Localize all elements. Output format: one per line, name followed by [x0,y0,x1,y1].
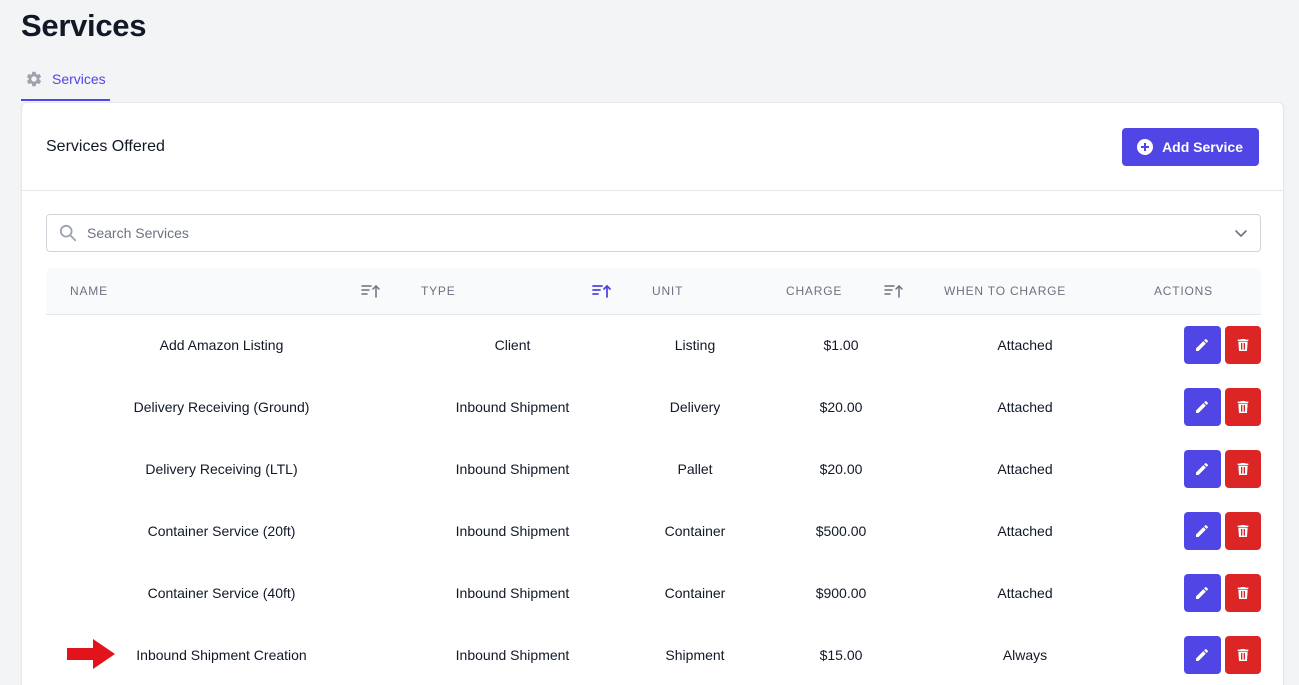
sort-icon[interactable] [592,283,612,299]
delete-button[interactable] [1224,388,1261,426]
add-service-button[interactable]: Add Service [1122,127,1259,166]
cell-unit: Container [664,523,726,539]
trash-icon [1237,401,1249,413]
trash-icon [1237,525,1249,537]
cell-unit: Listing [674,337,716,354]
card-title: Services Offered [46,137,165,155]
pencil-icon [1196,648,1209,661]
column-header-actions: Actions [1154,283,1213,298]
edit-button[interactable] [1184,388,1221,426]
cell-actions [1130,624,1261,685]
cell-type: Inbound Shipment [455,523,570,539]
cell-type: Inbound Shipment [455,461,570,477]
cell-charge: $15.00 [819,647,863,663]
pencil-icon [1196,524,1209,537]
cell-unit: Container [664,585,726,601]
pencil-icon [1196,400,1209,413]
cell-type: Inbound Shipment [455,647,570,663]
table-header-row: Name Type [46,268,1261,314]
cell-when-to-charge: Attached [997,337,1053,354]
pencil-icon [1196,586,1209,599]
trash-icon [1237,339,1249,352]
pencil-icon [1196,462,1209,475]
delete-button[interactable] [1224,326,1261,365]
cell-charge: $1.00 [823,337,859,354]
edit-button[interactable] [1184,450,1221,488]
add-service-label: Add Service [1162,138,1243,155]
sort-icon[interactable] [884,283,904,299]
table-row: Delivery Receiving (LTL) Inbound Shipmen… [46,438,1261,500]
cell-actions [1130,376,1261,438]
table-row: Delivery Receiving (Ground) Inbound Ship… [46,376,1261,438]
cell-type: Inbound Shipment [455,585,570,601]
cell-name: Delivery Receiving (LTL) [145,461,298,477]
cell-charge: $500.00 [815,523,867,539]
chevron-down-icon[interactable] [1234,226,1248,240]
page-title: Services [21,8,147,43]
cell-unit: Delivery [669,399,721,415]
edit-button[interactable] [1184,636,1221,674]
sort-icon[interactable] [361,283,381,299]
cell-type: Inbound Shipment [455,399,570,415]
cell-when-to-charge: Attached [997,523,1053,539]
annotation-arrow-icon [67,639,115,669]
column-header-type: Type [397,268,628,314]
table-row: Inbound Shipment Creation Inbound Shipme… [46,624,1261,685]
column-header-charge: Charge [762,268,920,314]
search-box[interactable] [46,214,1261,252]
tab-label: Services [52,70,106,87]
services-card: Services Offered Add Service Search Serv… [21,102,1284,685]
edit-button[interactable] [1184,512,1221,550]
trash-icon [1237,587,1249,599]
cell-when-to-charge: Attached [997,399,1053,415]
cell-name: Add Amazon Listing [159,337,284,354]
edit-button[interactable] [1184,574,1221,612]
card-header: Services Offered Add Service [22,103,1283,191]
cell-charge: $20.00 [819,399,863,415]
services-table: Name Type [46,268,1261,685]
table-row: Add Amazon Listing Client Listing $1.00 … [46,314,1261,376]
cell-when-to-charge: Attached [997,585,1053,601]
cell-charge: $20.00 [819,461,863,477]
cell-type: Client [494,337,531,354]
column-header-when-to-charge: When to Charge [944,283,1067,298]
trash-icon [1237,649,1249,661]
cell-unit: Pallet [677,461,713,477]
tab-services[interactable]: Services [21,58,110,101]
column-header-unit: Unit [652,283,684,298]
gear-icon [25,70,43,88]
table-row: Container Service (40ft) Inbound Shipmen… [46,562,1261,624]
delete-button[interactable] [1224,636,1261,674]
plus-circle-icon [1137,138,1154,155]
cell-name: Container Service (40ft) [147,585,296,601]
delete-button[interactable] [1224,574,1261,612]
search-icon [59,224,77,242]
cell-actions [1130,500,1261,562]
table-row: Container Service (20ft) Inbound Shipmen… [46,500,1261,562]
cell-actions [1130,438,1261,500]
cell-unit: Shipment [665,647,725,663]
pencil-icon [1196,339,1209,352]
tab-bar: Services [21,58,110,102]
delete-button[interactable] [1224,512,1261,550]
cell-name: Delivery Receiving (Ground) [133,399,310,415]
search-input[interactable] [87,225,1234,241]
edit-button[interactable] [1184,326,1221,365]
cell-actions [1130,314,1261,376]
cell-when-to-charge: Attached [997,461,1053,477]
trash-icon [1237,463,1249,475]
cell-name: Container Service (20ft) [147,523,296,539]
cell-charge: $900.00 [815,585,867,601]
cell-when-to-charge: Always [1002,647,1048,663]
cell-actions [1130,562,1261,624]
delete-button[interactable] [1224,450,1261,488]
column-header-name: Name [46,268,397,314]
